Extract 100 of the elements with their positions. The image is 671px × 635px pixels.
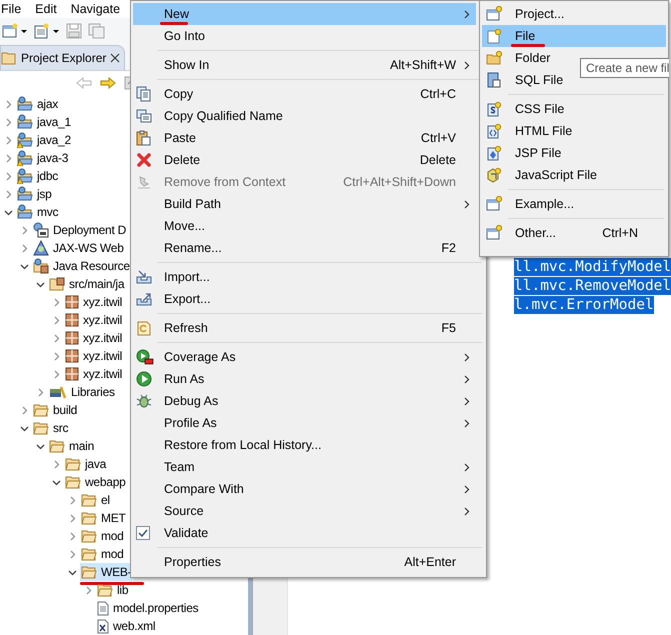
chevron-icon[interactable] (36, 442, 45, 450)
tree-item[interactable]: el (80, 491, 111, 509)
menu-item[interactable]: Other... Ctrl+N (482, 222, 666, 244)
menu-item[interactable]: Validate (133, 522, 476, 544)
menu-item[interactable]: Delete Delete (133, 149, 476, 171)
menu-item[interactable]: Example... (482, 193, 666, 215)
menu-item[interactable]: Refresh F5 (133, 317, 476, 339)
menu-item[interactable]: Show In Alt+Shift+W (133, 54, 476, 76)
menu-item[interactable]: New (133, 3, 476, 25)
tree-item[interactable]: Java Resource (32, 257, 131, 275)
tree-item[interactable]: xyz.itwil (64, 329, 124, 347)
tree-item[interactable]: mod (80, 527, 125, 545)
folder-icon (65, 475, 81, 489)
menu-item[interactable]: Profile As (133, 412, 476, 434)
tree-item[interactable]: Deployment D (32, 221, 128, 239)
chevron-icon[interactable] (68, 568, 77, 576)
menu-item[interactable]: Import... (133, 266, 476, 288)
tree-item[interactable]: jsp (16, 185, 53, 203)
tree-item[interactable]: Libraries (48, 383, 116, 401)
folder-icon (49, 439, 65, 453)
menu-item[interactable]: HTML File (482, 120, 666, 142)
books-icon (49, 385, 67, 399)
menu-item[interactable]: Run As (133, 368, 476, 390)
tree-item[interactable]: java-3 (16, 149, 70, 167)
tree-item[interactable]: src (32, 419, 70, 437)
menu-item[interactable]: Debug As (133, 390, 476, 412)
menu-item[interactable]: Source (133, 500, 476, 522)
remove-icon (136, 174, 152, 190)
copy-icon (136, 86, 152, 102)
tree-item[interactable]: xyz.itwil (64, 347, 124, 365)
menu-item[interactable]: CSS File (482, 98, 666, 120)
save-icon[interactable] (66, 23, 82, 39)
shortcut-label: Alt+Shift+W (390, 58, 456, 72)
bug-icon (136, 393, 152, 409)
chevron-icon[interactable] (36, 280, 45, 288)
new-folder-icon (486, 50, 502, 66)
new-file-icon[interactable] (34, 23, 60, 39)
package-icon (65, 367, 79, 381)
delete-icon (136, 152, 152, 168)
view-tab[interactable]: Project Explorer (0, 45, 126, 70)
menu-item[interactable]: Team (133, 456, 476, 478)
tree-item[interactable]: MET (80, 509, 127, 527)
menu-bar-item[interactable]: Edit (34, 2, 58, 16)
tree-item[interactable]: java_1 (16, 113, 72, 131)
project-icon (17, 186, 33, 202)
back-arrow-icon[interactable] (76, 76, 92, 88)
tree-item[interactable]: ajax (16, 95, 60, 113)
tree-item[interactable]: JAX-WS Web (32, 239, 125, 257)
tree-item[interactable]: webapp (64, 473, 127, 491)
menu-item[interactable]: Properties Alt+Enter (133, 551, 476, 573)
new-window-icon[interactable] (2, 23, 28, 39)
tree-item[interactable]: lib (96, 581, 130, 599)
import-icon (136, 269, 152, 285)
chevron-icon[interactable] (52, 478, 61, 486)
menu-item[interactable]: Copy Ctrl+C (133, 83, 476, 105)
menu-item[interactable]: File (482, 25, 666, 47)
tree-item[interactable]: jdbc (16, 167, 60, 185)
save-all-icon[interactable] (88, 23, 106, 39)
menu-bar-item[interactable]: Navigate (70, 2, 122, 16)
folder-icon (33, 421, 49, 435)
file-icon (97, 600, 109, 616)
menu-item[interactable]: Rename... F2 (133, 237, 476, 259)
tree-item[interactable]: web.xml (96, 617, 156, 635)
menu-item[interactable]: Move... (133, 215, 476, 237)
tree-item[interactable]: main (48, 437, 96, 455)
menu-item[interactable]: JSP File (482, 142, 666, 164)
menu-item[interactable]: Go Into (133, 25, 476, 47)
coverage-icon (136, 349, 154, 365)
new-file-icon (486, 28, 502, 44)
menu-bar-item[interactable]: File (0, 2, 22, 16)
tree-item[interactable]: xyz.itwil (64, 311, 124, 329)
tree-item[interactable]: src/main/ja (48, 275, 126, 293)
forward-arrow-icon[interactable] (100, 76, 116, 88)
chevron-icon[interactable] (20, 262, 29, 270)
chevron-icon[interactable] (20, 424, 29, 432)
tree-item[interactable]: java_2 (16, 131, 72, 149)
jsp-file-icon (486, 145, 502, 161)
tree-item[interactable]: xyz.itwil (64, 293, 124, 311)
new-window-icon (486, 225, 502, 241)
menu-item[interactable]: Restore from Local History... (133, 434, 476, 456)
tree-item[interactable]: mod (80, 545, 125, 563)
menu-item[interactable]: Compare With (133, 478, 476, 500)
menu-item[interactable]: Coverage As (133, 346, 476, 368)
tree-item[interactable]: build (32, 401, 78, 419)
menu-item[interactable]: JavaScript File (482, 164, 666, 186)
tree-item[interactable]: mvc (16, 203, 60, 221)
menu-item[interactable]: Build Path (133, 193, 476, 215)
close-icon[interactable] (110, 53, 120, 63)
chevron-icon[interactable] (4, 208, 13, 216)
project-warning-icon (17, 132, 33, 148)
project-warning-icon (17, 168, 33, 184)
tree-item[interactable]: java (64, 455, 108, 473)
folder-icon (81, 547, 97, 561)
menu-item[interactable]: Project... (482, 3, 666, 25)
menu-item[interactable]: Copy Qualified Name (133, 105, 476, 127)
tree-item[interactable]: xyz.itwil (64, 365, 124, 383)
menu-item[interactable]: Export... (133, 288, 476, 310)
tree-item[interactable]: model.properties (96, 599, 200, 617)
folder-icon (81, 511, 97, 525)
menu-item[interactable]: Paste Ctrl+V (133, 127, 476, 149)
